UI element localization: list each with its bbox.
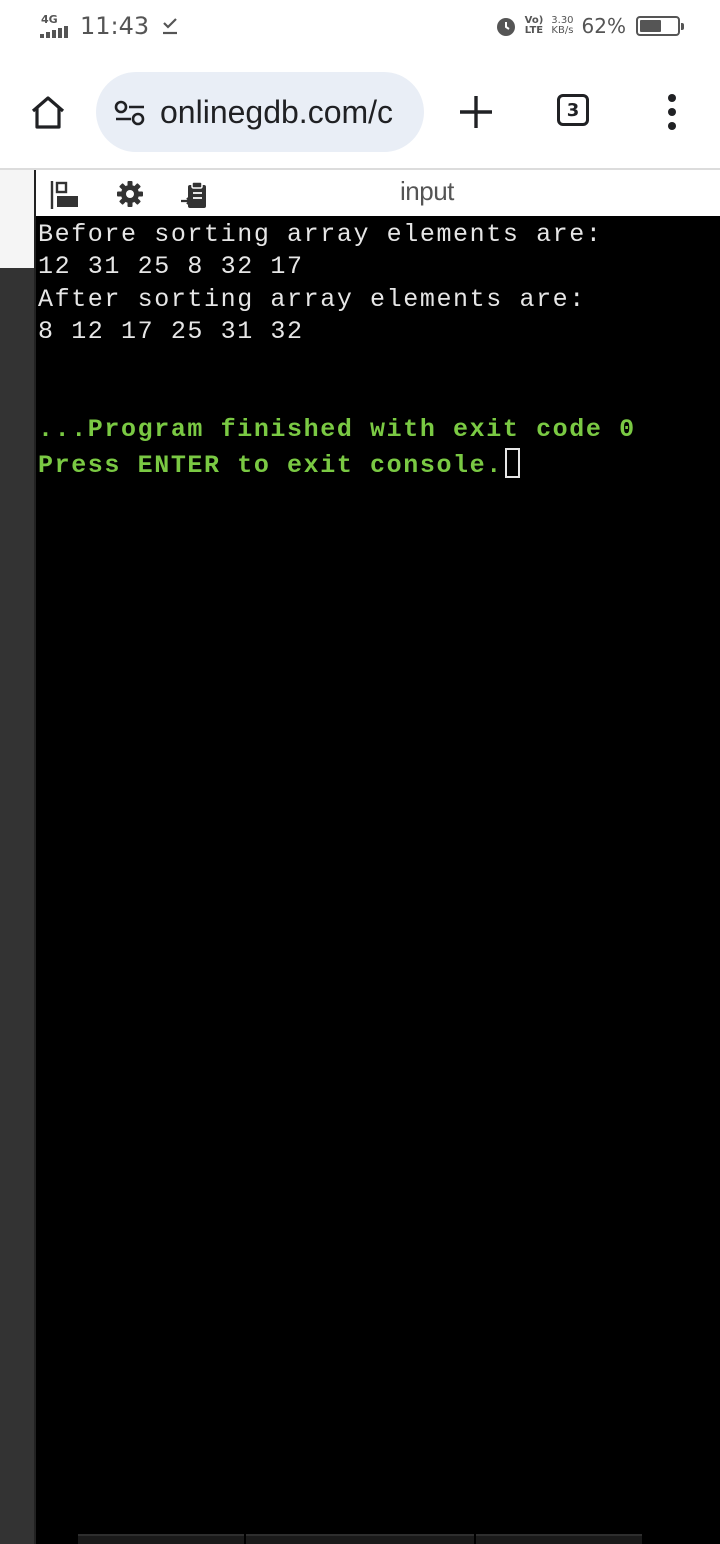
press-enter-text: Press ENTER to exit console.	[38, 451, 503, 480]
input-tab[interactable]: input	[400, 176, 454, 207]
address-bar[interactable]: onlinegdb.com/c	[96, 72, 424, 152]
console-line-after-label: After sorting array elements are:	[38, 285, 586, 314]
gear-icon[interactable]	[116, 180, 144, 208]
new-tab-plus-icon[interactable]	[456, 92, 496, 132]
console-line-before-label: Before sorting array elements are:	[38, 220, 603, 249]
status-time: 11:43	[80, 12, 150, 40]
exit-status-line: ...Program finished with exit code 0	[38, 415, 636, 444]
status-bar: 4G 11:43 Vo) LTE 3.30 KB/s 62%	[0, 0, 720, 58]
copy-output-icon[interactable]	[180, 180, 210, 210]
network-speed: 3.30 KB/s	[551, 15, 574, 36]
more-options-icon[interactable]	[660, 92, 684, 132]
console-output[interactable]: Before sorting array elements are: 12 31…	[36, 216, 720, 1544]
status-right: Vo) LTE 3.30 KB/s 62%	[495, 14, 684, 38]
browser-toolbar: onlinegdb.com/c 3	[0, 58, 720, 168]
battery-level-fill	[640, 20, 661, 32]
download-done-icon	[163, 18, 178, 35]
volte-indicator: Vo) LTE	[524, 15, 544, 36]
console-line-after-values: 8 12 17 25 31 32	[38, 317, 304, 346]
alarm-icon	[496, 18, 515, 36]
layout-toggle-icon[interactable]	[50, 180, 80, 210]
editor-side-panel-top	[0, 170, 34, 268]
network-type: 4G	[41, 13, 58, 26]
tab-switcher-button[interactable]: 3	[557, 94, 589, 126]
site-settings-icon[interactable]	[114, 100, 146, 126]
bottom-scroll-segment	[246, 1534, 474, 1544]
terminal-cursor[interactable]	[504, 448, 520, 478]
bottom-scroll-segment	[476, 1534, 642, 1544]
screen: 4G 11:43 Vo) LTE 3.30 KB/s 62% onlinegdb…	[0, 0, 720, 1544]
home-icon[interactable]	[28, 92, 68, 132]
signal-icon: 4G	[40, 12, 76, 40]
battery-percent: 62%	[581, 14, 626, 38]
battery-icon	[636, 16, 684, 36]
console-header: input	[36, 170, 720, 216]
press-enter-line: Press ENTER to exit console.	[38, 448, 520, 480]
console-line-before-values: 12 31 25 8 32 17	[38, 252, 304, 281]
editor-side-panel	[0, 268, 34, 1544]
status-left: 4G 11:43	[40, 12, 179, 40]
url-text[interactable]: onlinegdb.com/c	[160, 90, 393, 134]
bottom-scroll-segment	[78, 1534, 244, 1544]
